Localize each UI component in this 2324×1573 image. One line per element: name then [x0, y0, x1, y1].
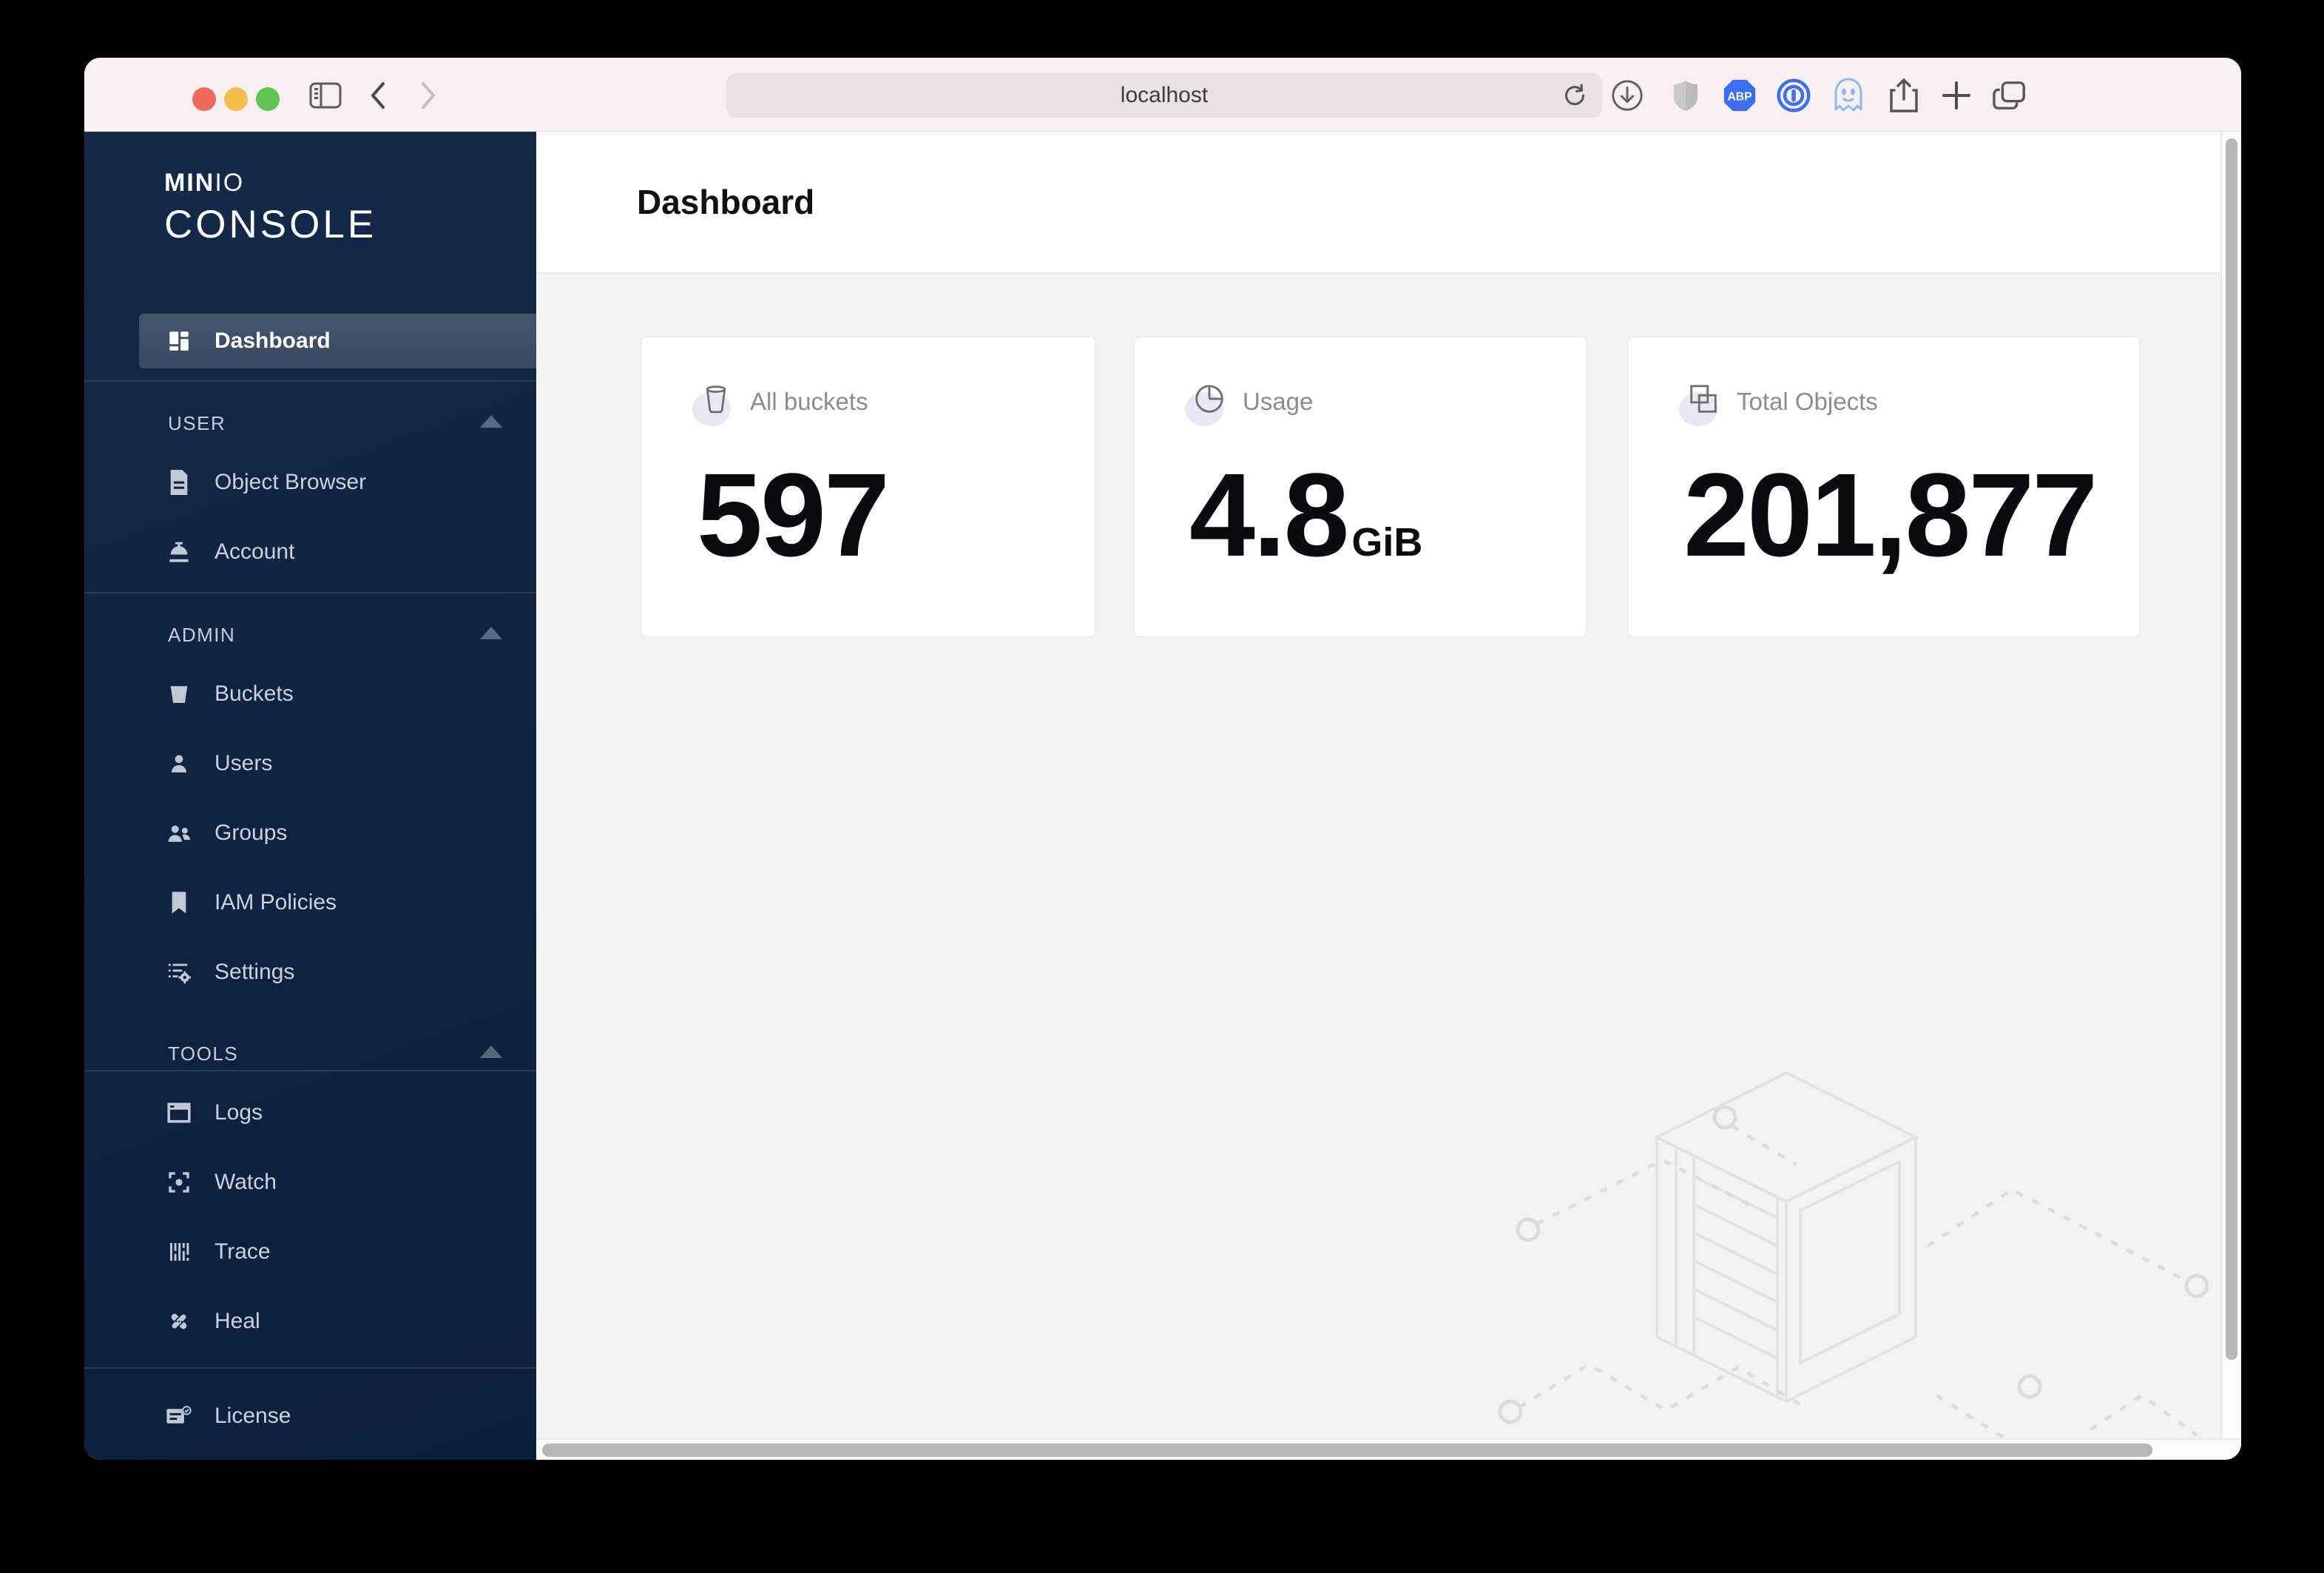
- card-usage: Usage 4.8GiB: [1133, 336, 1587, 638]
- back-icon[interactable]: [361, 78, 395, 112]
- settings-list-gear-icon: [166, 959, 192, 986]
- sidebar-item-users[interactable]: Users: [84, 740, 536, 787]
- sidebar-item-label: Settings: [215, 960, 294, 985]
- adblock-icon[interactable]: ABP: [1723, 78, 1757, 112]
- sidebar-divider: [84, 380, 536, 382]
- download-icon[interactable]: [1610, 78, 1644, 112]
- sidebar-item-label: Logs: [215, 1100, 263, 1125]
- new-tab-icon[interactable]: [1939, 78, 1973, 112]
- share-icon[interactable]: [1887, 78, 1921, 112]
- sidebar-item-label: IAM Policies: [215, 890, 337, 915]
- card-label: Total Objects: [1737, 388, 1878, 416]
- sidebar-item-heal[interactable]: Heal: [84, 1298, 536, 1345]
- sidebar-item-license[interactable]: License: [84, 1392, 536, 1440]
- sidebar-item-object-browser[interactable]: Object Browser: [84, 459, 536, 506]
- overlapping-squares-icon: [1682, 380, 1723, 423]
- sidebar: MINIO CONSOLE Dashboard USER: [84, 132, 536, 1460]
- sidebar-item-label: Users: [215, 751, 272, 776]
- pie-chart-icon: [1188, 380, 1229, 423]
- horizontal-scrollbar-track[interactable]: [536, 1438, 2241, 1460]
- watch-viewfinder-icon: [166, 1169, 192, 1196]
- horizontal-scrollbar-thumb[interactable]: [542, 1444, 2152, 1457]
- sidebar-section-admin: ADMIN: [84, 620, 536, 650]
- browser-window: localhost ABP: [84, 58, 2241, 1460]
- sidebar-item-label: Buckets: [215, 681, 294, 707]
- sidebar-item-logs[interactable]: Logs: [84, 1089, 536, 1136]
- sidebar-section-user: USER: [84, 408, 536, 438]
- maximize-window-button[interactable]: [256, 87, 280, 111]
- browser-titlebar: localhost ABP: [84, 58, 2241, 132]
- card-label: All buckets: [750, 388, 868, 416]
- sidebar-divider: [84, 1367, 536, 1369]
- sidebar-item-watch[interactable]: Watch: [84, 1159, 536, 1206]
- trace-bars-icon: [166, 1239, 192, 1265]
- sidebar-item-groups[interactable]: Groups: [84, 809, 536, 857]
- dashboard-grid-icon: [166, 328, 192, 354]
- card-total-objects: Total Objects 201,877: [1627, 336, 2141, 638]
- card-value: 201,877: [1683, 456, 2100, 574]
- group-icon: [166, 820, 192, 846]
- log-window-icon: [166, 1099, 192, 1126]
- bucket-icon: [166, 681, 192, 707]
- sidebar-item-dashboard[interactable]: Dashboard: [139, 314, 536, 368]
- bucket-outline-icon: [695, 380, 737, 423]
- document-icon: [166, 469, 192, 496]
- license-card-icon: [166, 1403, 192, 1429]
- vertical-scrollbar-thumb[interactable]: [2226, 138, 2237, 1360]
- logo-brand-suffix: IO: [215, 169, 244, 197]
- bookmark-icon: [166, 889, 192, 916]
- sidebar-divider: [84, 1070, 536, 1071]
- card-label: Usage: [1243, 388, 1313, 416]
- url-text: localhost: [1121, 83, 1208, 108]
- metric-cards: All buckets 597 Usage 4.8GiB: [641, 336, 2141, 638]
- address-bar[interactable]: localhost: [726, 73, 1602, 118]
- sidebar-section-tools: TOOLS: [84, 1039, 536, 1068]
- sidebar-item-label: Dashboard: [215, 329, 331, 354]
- card-unit: GiB: [1351, 520, 1422, 565]
- section-label: USER: [168, 412, 226, 435]
- server-rack-illustration: [1494, 1065, 2220, 1438]
- privacy-shield-icon[interactable]: [1669, 78, 1703, 112]
- vertical-scrollbar-track[interactable]: [2220, 132, 2241, 1438]
- sidebar-item-label: Heal: [215, 1309, 260, 1334]
- sidebar-divider: [84, 592, 536, 593]
- logo-brand: MIN: [164, 169, 215, 197]
- card-value: 597: [697, 456, 892, 574]
- sidebar-item-label: Groups: [215, 821, 287, 846]
- user-icon: [166, 750, 192, 777]
- collapse-arrow-icon[interactable]: [480, 1045, 502, 1058]
- logo-product: CONSOLE: [164, 202, 376, 247]
- adblock-label: ABP: [1728, 90, 1752, 103]
- collapse-arrow-icon[interactable]: [480, 627, 502, 639]
- one-password-icon[interactable]: [1777, 78, 1811, 112]
- sidebar-item-iam-policies[interactable]: IAM Policies: [84, 879, 536, 926]
- section-label: ADMIN: [168, 624, 235, 647]
- tab-overview-icon[interactable]: [1993, 78, 2027, 112]
- main-content: Dashboard: [536, 132, 2241, 1460]
- ghostery-icon[interactable]: [1831, 78, 1865, 112]
- reload-icon[interactable]: [1561, 81, 1589, 113]
- sidebar-item-account[interactable]: Account: [84, 528, 536, 576]
- sidebar-item-label: Watch: [215, 1170, 277, 1195]
- card-all-buckets: All buckets 597: [641, 336, 1096, 638]
- sidebar-item-label: Trace: [215, 1239, 271, 1264]
- sidebar-item-trace[interactable]: Trace: [84, 1228, 536, 1276]
- sidebar-item-buckets[interactable]: Buckets: [84, 670, 536, 718]
- page-header: Dashboard: [536, 132, 2241, 274]
- sidebar-item-label: License: [215, 1404, 291, 1429]
- sidebar-item-label: Object Browser: [215, 470, 366, 495]
- section-label: TOOLS: [168, 1043, 238, 1065]
- sidebar-item-label: Account: [215, 539, 294, 565]
- minio-console-logo: MINIO CONSOLE: [164, 169, 376, 247]
- forward-icon[interactable]: [411, 78, 445, 112]
- page-title: Dashboard: [637, 182, 814, 222]
- close-window-button[interactable]: [192, 87, 216, 111]
- card-value: 4.8GiB: [1189, 456, 1422, 574]
- collapse-arrow-icon[interactable]: [480, 415, 502, 428]
- heal-bandage-icon: [166, 1308, 192, 1335]
- service-bell-icon: [166, 539, 192, 565]
- sidebar-item-settings[interactable]: Settings: [84, 949, 536, 996]
